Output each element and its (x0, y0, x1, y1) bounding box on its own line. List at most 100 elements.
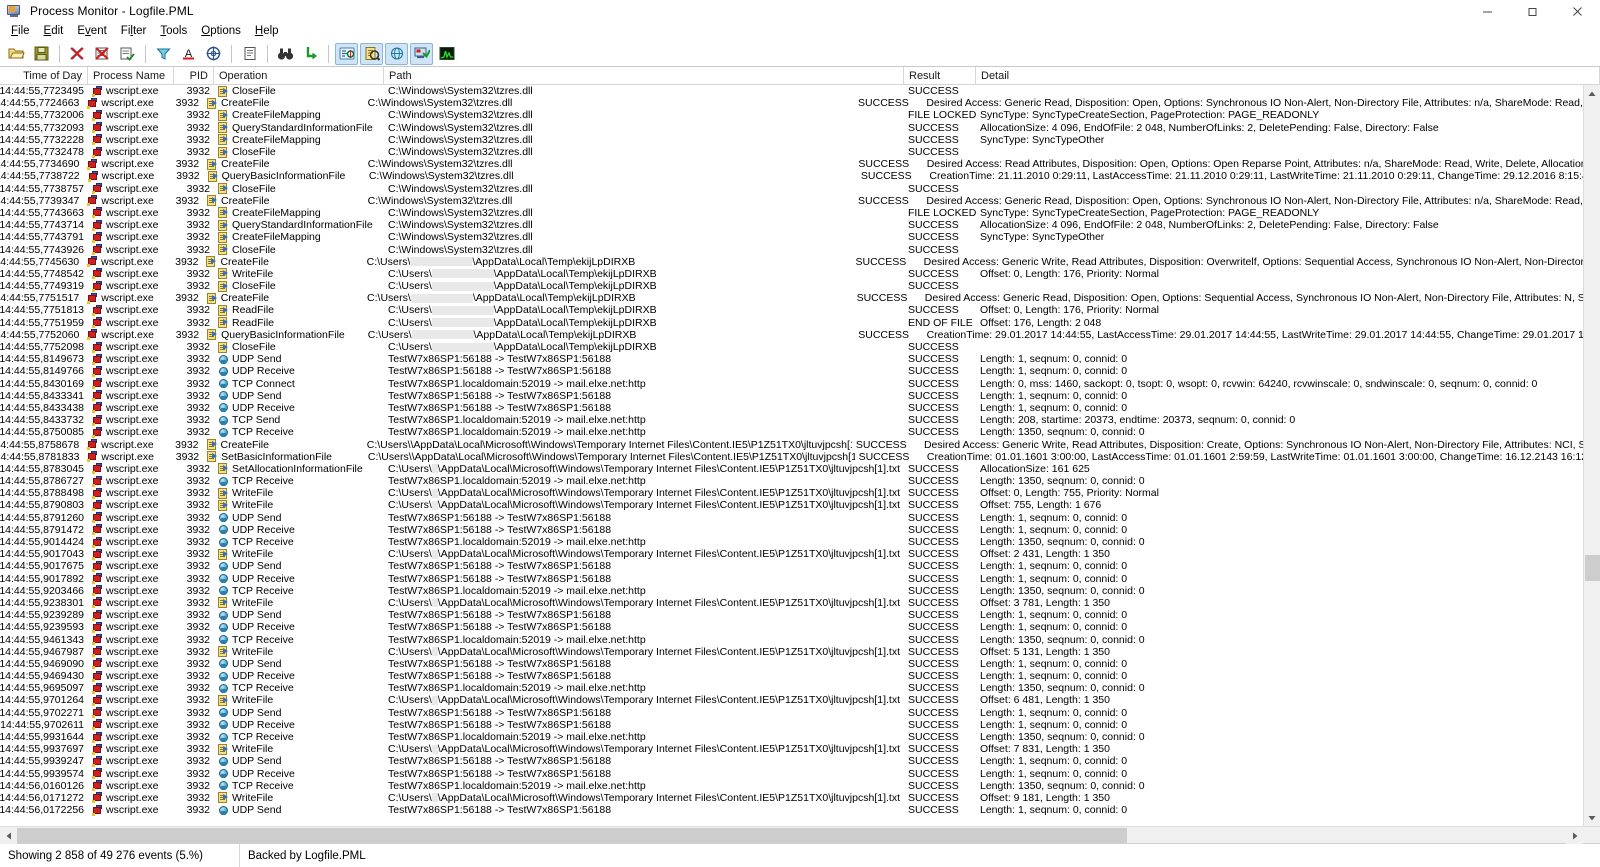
event-row[interactable]: 14:44:55,7732478 wscript.exe 3932 CloseFile… (0, 146, 1583, 158)
scroll-up-button[interactable] (1583, 85, 1600, 102)
event-row[interactable]: 14:44:55,7743714 wscript.exe 3932 QueryStan… (0, 219, 1583, 231)
event-row[interactable]: 14:44:55,9701264 wscript.exe 3932 WriteFile… (0, 694, 1583, 706)
column-header-operation[interactable]: Operation (214, 67, 384, 84)
event-row[interactable]: 14:44:55,7743926 wscript.exe 3932 CloseFile… (0, 243, 1583, 256)
event-row[interactable]: 14:44:55,9239289 wscript.exe 3932 UDP Send T… (0, 609, 1583, 621)
process-activity-icon[interactable] (410, 42, 433, 65)
maximize-button[interactable] (1510, 0, 1555, 22)
event-row[interactable]: 14:44:55,8781833 wscript.exe 3932 SetBasicI… (0, 451, 1583, 463)
menu-file[interactable]: File (4, 23, 37, 40)
scroll-right-button[interactable] (1566, 827, 1583, 844)
event-row[interactable]: 14:44:55,9014424 wscript.exe 3932 TCP Recei… (0, 536, 1583, 548)
event-row[interactable]: 14:44:55,9702611 wscript.exe 3932 UDP Recei… (0, 719, 1583, 731)
event-row[interactable]: 14:44:55,7738757 wscript.exe 3932 CloseFile… (0, 183, 1583, 195)
event-row[interactable]: 14:44:55,7743791 wscript.exe 3932 CreateFil… (0, 231, 1583, 243)
process-tree-icon[interactable] (299, 43, 322, 65)
scroll-left-button[interactable] (0, 827, 17, 844)
menu-help[interactable]: Help (248, 23, 286, 40)
event-row[interactable]: 14:44:55,9203466 wscript.exe 3932 TCP Recei… (0, 585, 1583, 597)
file-activity-icon[interactable] (360, 42, 383, 65)
network-activity-icon[interactable] (385, 42, 408, 65)
event-list[interactable]: 14:44:55,7723495 wscript.exe 3932 CloseFile… (0, 85, 1583, 826)
event-row[interactable]: 14:44:55,8433341 wscript.exe 3932 UDP Send T… (0, 390, 1583, 402)
event-row[interactable]: 14:44:56,0171272 wscript.exe 3932 WriteFile… (0, 792, 1583, 804)
event-row[interactable]: 14:44:55,7732093 wscript.exe 3932 QueryStan… (0, 122, 1583, 134)
event-row[interactable]: 14:44:55,8750085 wscript.exe 3932 TCP Recei… (0, 426, 1583, 438)
event-row[interactable]: 14:44:55,7745630 wscript.exe 3932 CreateFil… (0, 256, 1583, 268)
event-row[interactable]: 14:44:55,7743663 wscript.exe 3932 CreateFil… (0, 207, 1583, 219)
event-row[interactable]: 14:44:55,8758678 wscript.exe 3932 CreateFil… (0, 438, 1583, 451)
event-row[interactable]: 14:44:55,9469090 wscript.exe 3932 UDP Send T… (0, 658, 1583, 670)
event-row[interactable]: 14:44:55,8783045 wscript.exe 3932 SetAlloca… (0, 463, 1583, 475)
event-row[interactable]: 14:44:55,9937697 wscript.exe 3932 WriteFile… (0, 743, 1583, 755)
event-row[interactable]: 14:44:56,0160126 wscript.exe 3932 TCP Recei… (0, 780, 1583, 792)
event-row[interactable]: 14:44:55,8149766 wscript.exe 3932 UDP Recei… (0, 365, 1583, 377)
event-row[interactable]: 14:44:55,8430169 wscript.exe 3932 TCP Conne… (0, 378, 1583, 390)
horizontal-scrollbar[interactable] (0, 826, 1600, 844)
event-row[interactable]: 14:44:55,9939574 wscript.exe 3932 UDP Recei… (0, 768, 1583, 780)
event-row[interactable]: 14:44:55,8788498 wscript.exe 3932 WriteFile… (0, 487, 1583, 499)
scroll-down-button[interactable] (1583, 809, 1600, 826)
vertical-scroll-thumb[interactable] (1585, 555, 1600, 581)
event-row[interactable]: 14:44:55,7748542 wscript.exe 3932 WriteFile… (0, 268, 1583, 280)
event-row[interactable]: 14:44:55,7732006 wscript.exe 3932 CreateFil… (0, 109, 1583, 121)
menu-edit[interactable]: Edit (37, 23, 71, 40)
column-header-process-name[interactable]: Process Name (88, 67, 174, 84)
event-row[interactable]: 14:44:55,7751959 wscript.exe 3932 ReadFile C… (0, 317, 1583, 329)
event-row[interactable]: 14:44:55,9239593 wscript.exe 3932 UDP Recei… (0, 621, 1583, 633)
registry-activity-icon[interactable] (335, 42, 358, 65)
event-row[interactable]: 14:44:55,7734690 wscript.exe 3932 CreateFil… (0, 158, 1583, 170)
event-row[interactable]: 14:44:55,9461343 wscript.exe 3932 TCP Recei… (0, 633, 1583, 646)
vertical-scrollbar[interactable] (1583, 85, 1600, 826)
jump-to-icon[interactable] (238, 43, 261, 65)
event-row[interactable]: 14:44:55,7751813 wscript.exe 3932 ReadFile C… (0, 304, 1583, 316)
event-row[interactable]: 14:44:55,9017892 wscript.exe 3932 UDP Recei… (0, 573, 1583, 585)
open-icon[interactable] (5, 43, 28, 65)
event-row[interactable]: 14:44:55,7732228 wscript.exe 3932 CreateFil… (0, 134, 1583, 146)
event-row[interactable]: 14:44:55,7751517 wscript.exe 3932 CreateFil… (0, 292, 1583, 304)
menu-options[interactable]: Options (194, 23, 248, 40)
event-row[interactable]: 14:44:55,8791260 wscript.exe 3932 UDP Send T… (0, 512, 1583, 524)
capture-icon[interactable] (66, 43, 89, 65)
event-row[interactable]: 14:44:55,7752060 wscript.exe 3932 QueryBasi… (0, 329, 1583, 341)
menu-filter[interactable]: Filter (114, 23, 154, 40)
column-header-detail[interactable]: Detail (976, 67, 1600, 84)
event-row[interactable]: 14:44:55,9017043 wscript.exe 3932 WriteFile… (0, 548, 1583, 560)
save-icon[interactable] (30, 43, 53, 65)
column-header-time-of-day[interactable]: Time of Day (0, 67, 88, 84)
close-button[interactable] (1555, 0, 1600, 22)
event-row[interactable]: 14:44:55,7723495 wscript.exe 3932 CloseFile… (0, 85, 1583, 97)
include-process-icon[interactable] (202, 43, 225, 65)
find-icon[interactable] (274, 43, 297, 65)
event-row[interactable]: 14:44:55,9469430 wscript.exe 3932 UDP Recei… (0, 670, 1583, 682)
event-row[interactable]: 14:44:55,9931644 wscript.exe 3932 TCP Recei… (0, 731, 1583, 743)
event-row[interactable]: 14:44:56,0172256 wscript.exe 3932 UDP Send T… (0, 804, 1583, 816)
event-row[interactable]: 14:44:55,8433732 wscript.exe 3932 TCP Send T… (0, 414, 1583, 426)
event-row[interactable]: 14:44:55,9017675 wscript.exe 3932 UDP Send T… (0, 560, 1583, 572)
filter-icon[interactable] (152, 43, 175, 65)
menu-event[interactable]: Event (70, 23, 113, 40)
event-row[interactable]: 14:44:55,9238301 wscript.exe 3932 WriteFile… (0, 597, 1583, 609)
profiling-activity-icon[interactable] (435, 43, 458, 65)
autoscroll-icon[interactable] (91, 43, 114, 65)
highlight-icon[interactable]: A (177, 43, 200, 65)
minimize-button[interactable] (1465, 0, 1510, 22)
event-row[interactable]: 14:44:55,8786727 wscript.exe 3932 TCP Recei… (0, 475, 1583, 487)
horizontal-scroll-thumb[interactable] (17, 828, 1127, 843)
event-row[interactable]: 14:44:55,7739347 wscript.exe 3932 CreateFil… (0, 195, 1583, 207)
column-header-result[interactable]: Result (904, 67, 976, 84)
event-row[interactable]: 14:44:55,9939247 wscript.exe 3932 UDP Send T… (0, 755, 1583, 767)
menu-tools[interactable]: Tools (153, 23, 194, 40)
event-row[interactable]: 14:44:55,7738722 wscript.exe 3932 QueryBasi… (0, 170, 1583, 182)
event-row[interactable]: 14:44:55,8433438 wscript.exe 3932 UDP Recei… (0, 402, 1583, 414)
event-row[interactable]: 14:44:55,9702271 wscript.exe 3932 UDP Send T… (0, 707, 1583, 719)
event-row[interactable]: 14:44:55,8790803 wscript.exe 3932 WriteFile… (0, 499, 1583, 511)
event-row[interactable]: 14:44:55,9695097 wscript.exe 3932 TCP Recei… (0, 682, 1583, 694)
column-header-pid[interactable]: PID (174, 67, 214, 84)
event-row[interactable]: 14:44:55,7752098 wscript.exe 3932 CloseFile… (0, 341, 1583, 353)
column-header-path[interactable]: Path (384, 67, 904, 84)
event-row[interactable]: 14:44:55,7724663 wscript.exe 3932 CreateFil… (0, 97, 1583, 109)
clear-icon[interactable] (116, 43, 139, 65)
event-row[interactable]: 14:44:55,8791472 wscript.exe 3932 UDP Recei… (0, 524, 1583, 536)
event-row[interactable]: 14:44:55,8149673 wscript.exe 3932 UDP Send T… (0, 353, 1583, 365)
